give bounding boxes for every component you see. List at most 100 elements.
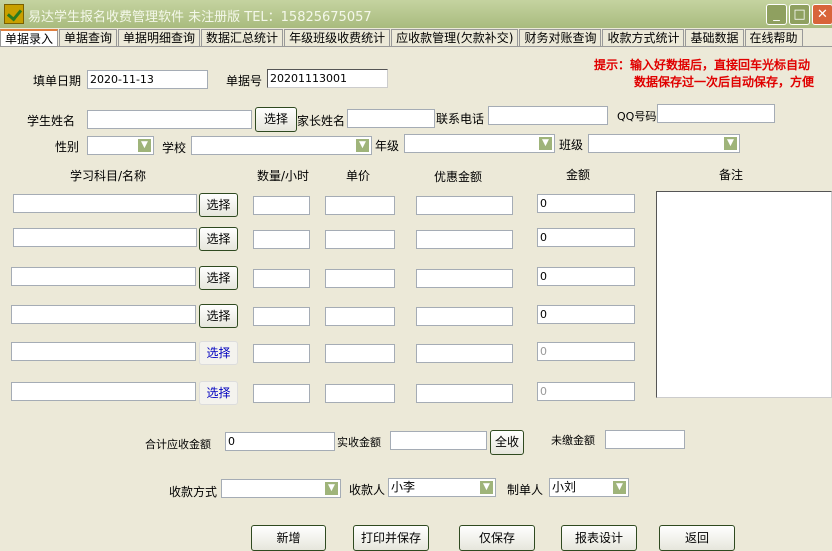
date-field[interactable]: 2020-11-13 xyxy=(87,70,208,89)
payment-method-select[interactable]: ▼ xyxy=(221,479,341,498)
save-button[interactable]: 仅保存 xyxy=(459,525,535,551)
paid-input[interactable] xyxy=(390,431,487,450)
amount-field[interactable]: 0 xyxy=(537,382,635,401)
tab-online-help[interactable]: 在线帮助 xyxy=(744,29,803,46)
discount-input[interactable] xyxy=(416,307,513,326)
qty-input[interactable] xyxy=(253,196,310,215)
chevron-down-icon: ▼ xyxy=(723,136,738,151)
hint-line-1: 提示：输入好数据后，直接回车光标自动 xyxy=(594,58,811,72)
maker-select[interactable]: 小刘 ▼ xyxy=(549,478,629,497)
tab-finance-reconcile[interactable]: 财务对账查询 xyxy=(519,29,602,46)
qty-input[interactable] xyxy=(253,384,310,403)
subject-input[interactable] xyxy=(13,194,197,213)
tab-bill-query[interactable]: 单据查询 xyxy=(59,29,118,46)
student-name-label: 学生姓名 xyxy=(27,114,76,128)
maximize-button[interactable]: □ xyxy=(789,4,810,25)
tab-receivables[interactable]: 应收款管理(欠款补交) xyxy=(391,29,519,46)
price-input[interactable] xyxy=(325,307,395,326)
title-bar: 易达学生报名收费管理软件 未注册版 TEL：15825675057 _ □ ✕ xyxy=(0,0,832,28)
col-price: 单价 xyxy=(346,169,371,183)
grade-select[interactable]: ▼ xyxy=(404,134,555,153)
price-input[interactable] xyxy=(325,269,395,288)
qty-input[interactable] xyxy=(253,344,310,363)
school-select[interactable]: ▼ xyxy=(191,136,372,155)
chevron-down-icon: ▼ xyxy=(538,136,553,151)
discount-input[interactable] xyxy=(416,230,513,249)
amount-field[interactable]: 0 xyxy=(537,194,635,213)
amount-field[interactable]: 0 xyxy=(537,228,635,247)
new-button[interactable]: 新增 xyxy=(251,525,326,551)
select-subject-button[interactable]: 选择 xyxy=(199,381,238,405)
bill-no-label: 单据号 xyxy=(226,74,263,88)
subject-input[interactable] xyxy=(11,382,196,401)
gender-label: 性别 xyxy=(55,140,80,154)
col-qty: 数量/小时 xyxy=(257,169,310,183)
window-title: 易达学生报名收费管理软件 未注册版 TEL：15825675057 xyxy=(28,10,372,25)
tab-grade-class-stats[interactable]: 年级班级收费统计 xyxy=(284,29,391,46)
class-select[interactable]: ▼ xyxy=(588,134,740,153)
payee-select[interactable]: 小李 ▼ xyxy=(388,478,496,497)
price-input[interactable] xyxy=(325,230,395,249)
tab-base-data[interactable]: 基础数据 xyxy=(685,29,744,46)
subject-input[interactable] xyxy=(13,228,197,247)
tab-bill-detail-query[interactable]: 单据明细查询 xyxy=(118,29,201,46)
parent-name-input[interactable] xyxy=(347,109,435,128)
discount-input[interactable] xyxy=(416,269,513,288)
discount-input[interactable] xyxy=(416,384,513,403)
amount-field[interactable]: 0 xyxy=(537,342,635,361)
phone-input[interactable] xyxy=(488,106,608,125)
back-button[interactable]: 返回 xyxy=(659,525,735,551)
bill-no-field[interactable]: 20201113001 xyxy=(267,69,388,88)
select-student-button[interactable]: 选择 xyxy=(255,107,297,132)
total-due-field[interactable]: 0 xyxy=(225,432,335,451)
class-label: 班级 xyxy=(559,138,584,152)
col-discount: 优惠金额 xyxy=(434,170,483,184)
subject-input[interactable] xyxy=(11,342,196,361)
qty-input[interactable] xyxy=(253,307,310,326)
pay-all-button[interactable]: 全收 xyxy=(490,430,524,455)
paid-label: 实收金额 xyxy=(337,436,381,449)
gender-select[interactable]: ▼ xyxy=(87,136,154,155)
report-design-button[interactable]: 报表设计 xyxy=(561,525,637,551)
qq-input[interactable] xyxy=(657,104,775,123)
grade-label: 年级 xyxy=(375,139,400,153)
tab-data-summary[interactable]: 数据汇总统计 xyxy=(201,29,284,46)
tab-bill-entry[interactable]: 单据录入 xyxy=(0,29,59,46)
discount-input[interactable] xyxy=(416,344,513,363)
maker-label: 制单人 xyxy=(507,483,544,497)
price-input[interactable] xyxy=(325,344,395,363)
app-logo-icon xyxy=(4,4,24,24)
close-button[interactable]: ✕ xyxy=(812,4,832,25)
chevron-down-icon: ▼ xyxy=(355,138,370,153)
total-due-label: 合计应收金额 xyxy=(145,438,211,451)
select-subject-button[interactable]: 选择 xyxy=(199,227,238,251)
minimize-button[interactable]: _ xyxy=(766,4,787,25)
student-name-input[interactable] xyxy=(87,110,252,129)
discount-input[interactable] xyxy=(416,196,513,215)
select-subject-button[interactable]: 选择 xyxy=(199,266,238,290)
chevron-down-icon: ▼ xyxy=(324,481,339,496)
subject-input[interactable] xyxy=(11,305,196,324)
phone-label: 联系电话 xyxy=(436,112,485,126)
qty-input[interactable] xyxy=(253,230,310,249)
qty-input[interactable] xyxy=(253,269,310,288)
print-save-button[interactable]: 打印并保存 xyxy=(353,525,429,551)
price-input[interactable] xyxy=(325,384,395,403)
unpaid-field[interactable] xyxy=(605,430,685,449)
unpaid-label: 未缴金额 xyxy=(551,434,595,447)
payee-label: 收款人 xyxy=(349,483,386,497)
qq-label: QQ号码 xyxy=(617,110,657,123)
col-remark: 备注 xyxy=(719,168,744,182)
amount-field[interactable]: 0 xyxy=(537,267,635,286)
price-input[interactable] xyxy=(325,196,395,215)
school-label: 学校 xyxy=(162,141,187,155)
tab-payment-method-stats[interactable]: 收款方式统计 xyxy=(602,29,685,46)
col-subject: 学习科目/名称 xyxy=(70,169,147,183)
select-subject-button[interactable]: 选择 xyxy=(199,193,238,217)
amount-field[interactable]: 0 xyxy=(537,305,635,324)
subject-input[interactable] xyxy=(11,267,196,286)
select-subject-button[interactable]: 选择 xyxy=(199,341,238,365)
payment-method-label: 收款方式 xyxy=(169,485,218,499)
remark-textarea[interactable] xyxy=(656,191,832,398)
select-subject-button[interactable]: 选择 xyxy=(199,304,238,328)
